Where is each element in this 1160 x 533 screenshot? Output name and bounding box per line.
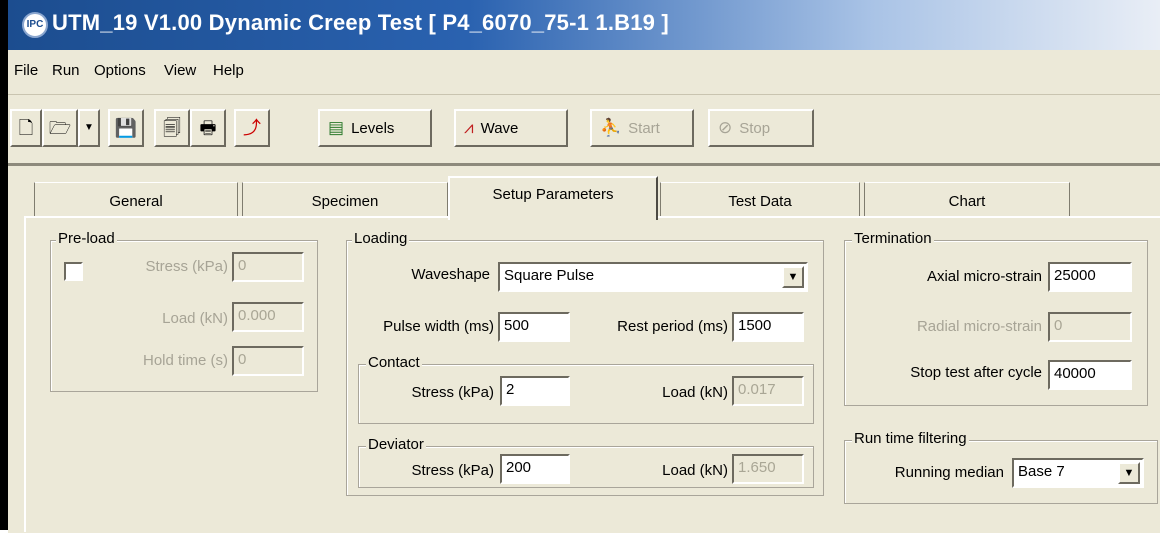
tab-setup-parameters[interactable]: Setup Parameters [448, 176, 658, 220]
open-button[interactable]: 🗁 [42, 109, 78, 147]
wave-icon: ⩘ [464, 118, 474, 137]
axial-strain-label: Axial micro-strain [926, 268, 1042, 285]
contact-load-field[interactable]: 0.017 [732, 376, 804, 406]
filtering-title: Run time filtering [852, 430, 969, 447]
menu-help[interactable]: Help [213, 62, 244, 79]
toolbar: 🗋 🗁 ▼ 💾 🗐 🖶 ⤴ ▤ Levels ⩘ Wave ⛹ Start ⊘ … [8, 95, 1160, 160]
contact-stress-field[interactable]: 2 [500, 376, 570, 406]
deviator-title: Deviator [366, 436, 426, 453]
wave-button[interactable]: ⩘ Wave [454, 109, 568, 147]
print-preview-button[interactable]: 🗐 [154, 109, 190, 147]
print-button[interactable]: 🖶 [190, 109, 226, 147]
preload-stress-label: Stress (kPa) [145, 258, 228, 275]
preload-load-label: Load (kN) [162, 310, 228, 327]
contact-load-label: Load (kN) [662, 384, 728, 401]
waveshape-label: Waveshape [411, 266, 490, 283]
termination-title: Termination [852, 230, 934, 247]
loading-title: Loading [352, 230, 410, 247]
tab-setup-parameters-label: Setup Parameters [492, 186, 614, 203]
stop-icon: ⊘ [718, 118, 733, 137]
application-window: IPC UTM_19 V1.00 Dynamic Creep Test [ P4… [0, 0, 1160, 533]
title-bar[interactable]: IPC UTM_19 V1.00 Dynamic Creep Test [ P4… [8, 0, 1160, 50]
preload-checkbox[interactable] [64, 262, 83, 281]
radial-strain-field[interactable]: 0 [1048, 312, 1132, 342]
export-icon: ⤴ [243, 118, 261, 138]
tab-general[interactable]: General [34, 182, 238, 218]
deviator-stress-field[interactable]: 200 [500, 454, 570, 484]
open-dropdown-button[interactable]: ▼ [78, 109, 100, 147]
deviator-load-label: Load (kN) [662, 462, 728, 479]
tab-specimen[interactable]: Specimen [242, 182, 448, 218]
deviator-load-field[interactable]: 1.650 [732, 454, 804, 484]
preload-load-field[interactable]: 0.000 [232, 302, 304, 332]
tab-chart-label: Chart [948, 193, 986, 210]
tab-test-data[interactable]: Test Data [660, 182, 860, 218]
deviator-stress-label: Stress (kPa) [411, 462, 494, 479]
tab-chart[interactable]: Chart [864, 182, 1070, 218]
wave-label: Wave [480, 119, 519, 137]
levels-icon: ▤ [328, 118, 345, 137]
save-icon: 💾 [114, 118, 138, 138]
running-median-value: Base 7 [1018, 463, 1065, 480]
preload-stress-field[interactable]: 0 [232, 252, 304, 282]
menu-run[interactable]: Run [52, 62, 80, 79]
running-median-select[interactable]: Base 7 ▼ [1012, 458, 1144, 488]
waveshape-value: Square Pulse [504, 267, 595, 284]
print-preview-icon: 🗐 [163, 118, 181, 138]
export-button[interactable]: ⤴ [234, 109, 270, 147]
pulse-width-field[interactable]: 500 [498, 312, 570, 342]
running-median-dropdown-arrow-icon[interactable]: ▼ [1118, 462, 1140, 484]
tab-specimen-label: Specimen [311, 193, 379, 210]
print-icon: 🖶 [199, 118, 217, 138]
stop-cycle-label: Stop test after cycle [910, 364, 1042, 381]
preload-hold-field[interactable]: 0 [232, 346, 304, 376]
waveshape-select[interactable]: Square Pulse ▼ [498, 262, 808, 292]
rest-period-label: Rest period (ms) [617, 318, 728, 335]
stop-button[interactable]: ⊘ Stop [708, 109, 814, 147]
tab-general-label: General [109, 193, 163, 210]
axial-strain-field[interactable]: 25000 [1048, 262, 1132, 292]
new-file-icon: 🗋 [18, 118, 34, 138]
preload-hold-label: Hold time (s) [142, 352, 228, 369]
contact-stress-label: Stress (kPa) [411, 384, 494, 401]
start-label: Start [628, 119, 660, 137]
levels-label: Levels [351, 119, 395, 137]
tab-test-data-label: Test Data [728, 193, 792, 210]
preload-title: Pre-load [56, 230, 117, 247]
open-file-icon: 🗁 [48, 118, 72, 138]
menu-options[interactable]: Options [94, 62, 146, 79]
stop-label: Stop [739, 119, 771, 137]
window-left-border [0, 0, 8, 530]
start-icon: ⛹ [600, 118, 622, 137]
app-icon: IPC [22, 12, 48, 38]
radial-strain-label: Radial micro-strain [916, 318, 1042, 335]
stop-cycle-field[interactable]: 40000 [1048, 360, 1132, 390]
waveshape-dropdown-arrow-icon[interactable]: ▼ [782, 266, 804, 288]
start-button[interactable]: ⛹ Start [590, 109, 694, 147]
menu-bar: File Run Options View Help [8, 50, 1160, 95]
levels-button[interactable]: ▤ Levels [318, 109, 432, 147]
contact-title: Contact [366, 354, 422, 371]
menu-file[interactable]: File [14, 62, 38, 79]
dropdown-arrow-icon: ▼ [84, 122, 94, 133]
window-title: UTM_19 V1.00 Dynamic Creep Test [ P4_607… [52, 10, 669, 35]
menu-view[interactable]: View [164, 62, 196, 79]
rest-period-field[interactable]: 1500 [732, 312, 804, 342]
pulse-width-label: Pulse width (ms) [383, 318, 494, 335]
new-button[interactable]: 🗋 [10, 109, 42, 147]
save-button[interactable]: 💾 [108, 109, 144, 147]
running-median-label: Running median [894, 464, 1004, 481]
